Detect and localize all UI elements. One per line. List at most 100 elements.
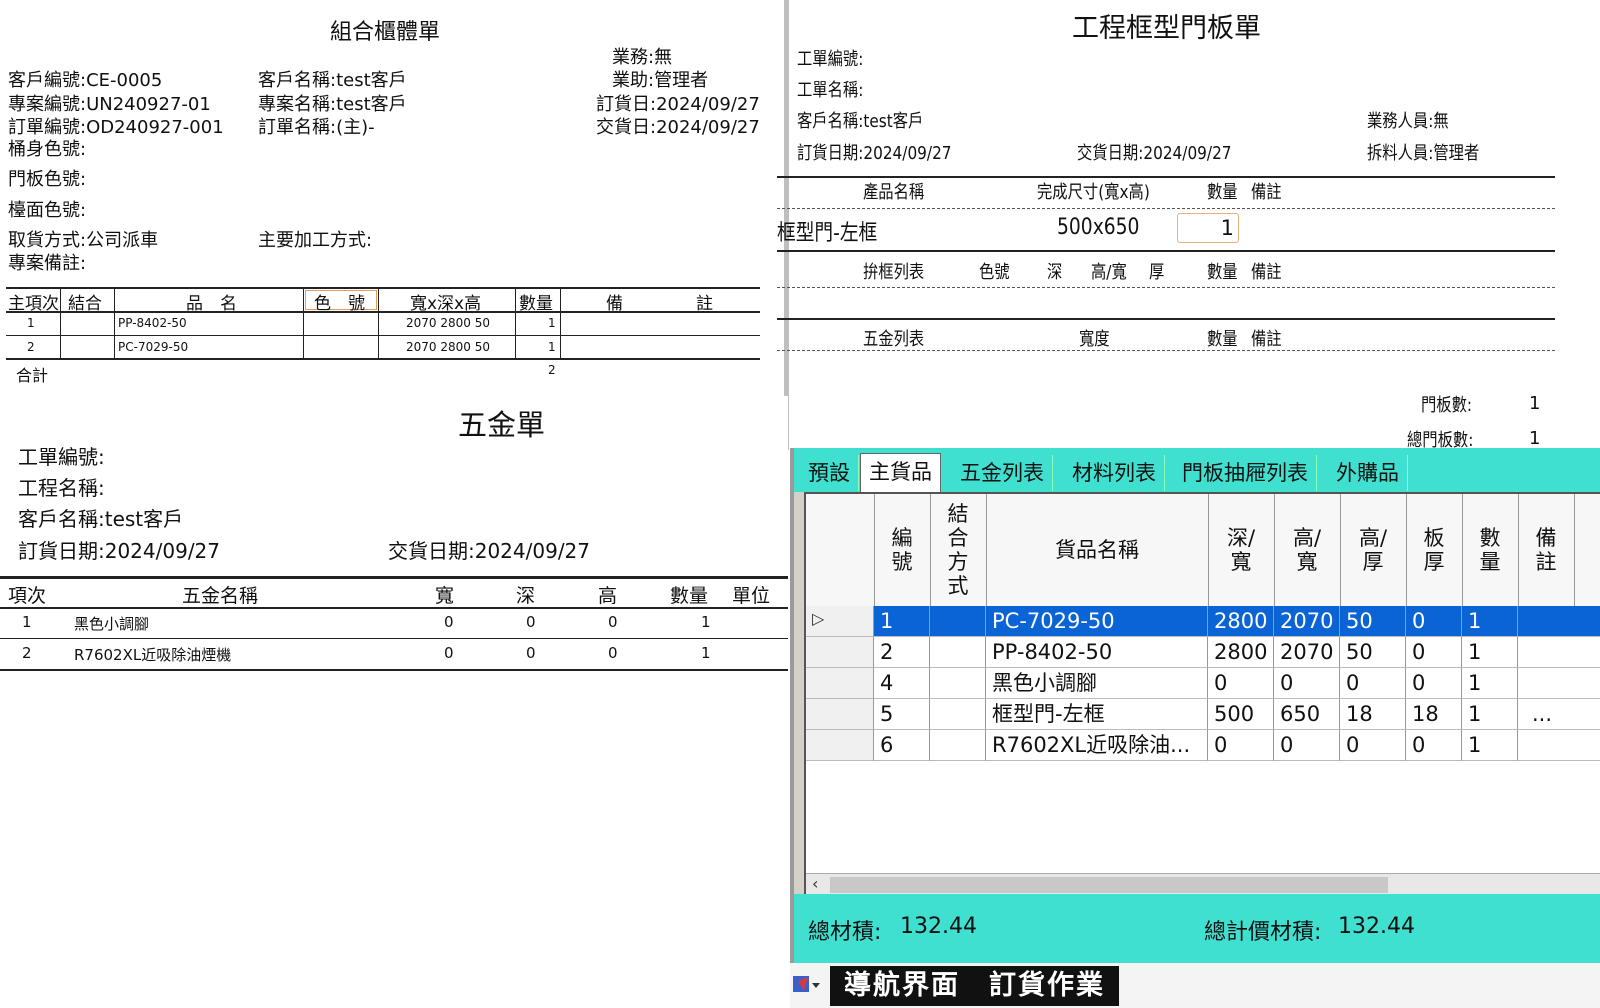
table-header-line bbox=[6, 311, 760, 313]
cell-board[interactable]: 0 bbox=[1406, 637, 1462, 668]
col-qty[interactable]: 數 量 bbox=[1462, 494, 1519, 606]
cabinet-customer-name: 客戶名稱:test客戶 bbox=[258, 70, 407, 91]
grid-row[interactable]: ▷ 1 PC-7029-50 2800 2070 50 0 1 bbox=[806, 606, 1600, 637]
frame-line bbox=[777, 250, 1555, 252]
row-qty: 1 bbox=[548, 340, 556, 354]
hw-hdr-no: 項次 bbox=[8, 585, 47, 607]
hw-row-d: 0 bbox=[526, 644, 536, 662]
cell-board[interactable]: 0 bbox=[1406, 730, 1462, 761]
cabinet-body-color: 桶身色號: bbox=[8, 139, 87, 160]
total-label: 合計 bbox=[16, 366, 49, 385]
cell-join[interactable] bbox=[930, 699, 986, 730]
cell-name[interactable]: 框型門-左框 bbox=[986, 699, 1208, 730]
cell-join[interactable] bbox=[930, 606, 986, 637]
col-divider bbox=[114, 287, 115, 359]
tab-default[interactable]: 預設 bbox=[800, 455, 859, 491]
cell-depth[interactable]: 0 bbox=[1208, 668, 1274, 699]
tab-hardware-list[interactable]: 五金列表 bbox=[952, 455, 1053, 491]
tab-material-list[interactable]: 材料列表 bbox=[1064, 455, 1165, 491]
cell-no[interactable]: 2 bbox=[874, 637, 930, 668]
cell-qty[interactable]: 1 bbox=[1462, 668, 1518, 699]
col-no[interactable]: 編 號 bbox=[874, 494, 931, 606]
cell-remark[interactable] bbox=[1518, 668, 1600, 699]
table-bottom-line bbox=[6, 358, 760, 360]
grid-corner bbox=[806, 494, 875, 606]
cell-depth[interactable]: 0 bbox=[1208, 730, 1274, 761]
cell-thick[interactable]: 18 bbox=[1340, 699, 1406, 730]
cell-no[interactable]: 5 bbox=[874, 699, 930, 730]
cell-name[interactable]: R7602XL近吸除油... bbox=[986, 730, 1208, 761]
cell-name[interactable]: PP-8402-50 bbox=[986, 637, 1208, 668]
cell-thick[interactable]: 0 bbox=[1340, 668, 1406, 699]
row-selector[interactable] bbox=[806, 668, 874, 699]
cell-no[interactable]: 6 bbox=[874, 730, 930, 761]
cell-remark[interactable]: ... bbox=[1518, 699, 1600, 730]
tab-main-goods[interactable]: 主貨品 bbox=[860, 453, 941, 494]
cell-board[interactable]: 0 bbox=[1406, 668, 1462, 699]
tab-outsourced[interactable]: 外購品 bbox=[1328, 455, 1408, 491]
cell-join[interactable] bbox=[930, 637, 986, 668]
taskbar-label[interactable]: 導航界面 訂貨作業 bbox=[830, 966, 1119, 1006]
col-board[interactable]: 板 厚 bbox=[1406, 494, 1463, 606]
cell-thick[interactable]: 50 bbox=[1340, 637, 1406, 668]
grid-row[interactable]: 5 框型門-左框 500 650 18 18 1 ... bbox=[806, 699, 1600, 730]
grid-row[interactable]: 2 PP-8402-50 2800 2070 50 0 1 bbox=[806, 637, 1600, 668]
cell-board[interactable]: 0 bbox=[1406, 606, 1462, 637]
frame-door-sheet: 工程框型門板單 工單編號: 工單名稱: 客戶名稱:test客戶 業務人員:無 訂… bbox=[777, 0, 1600, 451]
col-remark[interactable]: 備 註 bbox=[1518, 494, 1575, 606]
cell-remark[interactable] bbox=[1518, 606, 1600, 637]
cell-name[interactable]: 黑色小調腳 bbox=[986, 668, 1208, 699]
scroll-thumb[interactable] bbox=[830, 877, 1388, 893]
col-name[interactable]: 貨品名稱 bbox=[986, 494, 1209, 606]
scroll-left-icon[interactable]: ‹ bbox=[812, 874, 818, 893]
horizontal-scrollbar[interactable]: ‹ bbox=[806, 873, 1600, 896]
row-selector[interactable]: ▷ bbox=[806, 606, 874, 637]
row-no: 2 bbox=[27, 340, 35, 354]
hw-row-name: R7602XL近吸除油煙機 bbox=[74, 646, 232, 664]
cell-height[interactable]: 0 bbox=[1274, 730, 1340, 761]
col-height-w[interactable]: 高/ 寬 bbox=[1274, 494, 1341, 606]
cell-join[interactable] bbox=[930, 730, 986, 761]
goods-grid[interactable]: 編 號 結 合 方 式 貨品名稱 深/ 寬 高/ 寬 高/ 厚 板 厚 數 量 … bbox=[804, 492, 1600, 898]
cell-no[interactable]: 4 bbox=[874, 668, 930, 699]
frame-h3-b: 寬度 bbox=[1079, 329, 1110, 350]
cell-thick[interactable]: 0 bbox=[1340, 730, 1406, 761]
cell-no[interactable]: 1 bbox=[874, 606, 930, 637]
cell-height[interactable]: 2070 bbox=[1274, 606, 1340, 637]
grid-row[interactable]: 6 R7602XL近吸除油... 0 0 0 0 1 bbox=[806, 730, 1600, 761]
cell-height[interactable]: 2070 bbox=[1274, 637, 1340, 668]
tab-door-drawer-list[interactable]: 門板抽屜列表 bbox=[1174, 455, 1317, 491]
cell-depth[interactable]: 2800 bbox=[1208, 637, 1274, 668]
row-selector[interactable] bbox=[806, 699, 874, 730]
grid-row[interactable]: 4 黑色小調腳 0 0 0 0 1 bbox=[806, 668, 1600, 699]
app-icon[interactable] bbox=[790, 971, 824, 999]
col-depth[interactable]: 深/ 寬 bbox=[1208, 494, 1275, 606]
total-qty: 2 bbox=[548, 363, 556, 377]
cell-qty[interactable]: 1 bbox=[1462, 730, 1518, 761]
cell-name[interactable]: PC-7029-50 bbox=[986, 606, 1208, 637]
cell-remark[interactable] bbox=[1518, 637, 1600, 668]
row-selector[interactable] bbox=[806, 637, 874, 668]
cell-qty[interactable]: 1 bbox=[1462, 637, 1518, 668]
frame-work-no: 工單編號: bbox=[797, 49, 864, 70]
total-price-material-label: 總計價材積: bbox=[1204, 920, 1322, 945]
cell-height[interactable]: 0 bbox=[1274, 668, 1340, 699]
cell-depth[interactable]: 500 bbox=[1208, 699, 1274, 730]
cell-join[interactable] bbox=[930, 668, 986, 699]
frame-h2-g: 備註 bbox=[1251, 262, 1282, 283]
cell-qty[interactable]: 1 bbox=[1462, 699, 1518, 730]
cell-qty[interactable]: 1 bbox=[1462, 606, 1518, 637]
cell-height[interactable]: 650 bbox=[1274, 699, 1340, 730]
cell-thick[interactable]: 50 bbox=[1340, 606, 1406, 637]
col-join[interactable]: 結 合 方 式 bbox=[930, 494, 987, 606]
cell-board[interactable]: 18 bbox=[1406, 699, 1462, 730]
cell-depth[interactable]: 2800 bbox=[1208, 606, 1274, 637]
qty-field[interactable]: 1 bbox=[1177, 213, 1239, 243]
row-size: 2070 2800 50 bbox=[406, 316, 490, 330]
hw-row-qty: 1 bbox=[701, 613, 711, 631]
cell-remark[interactable] bbox=[1518, 730, 1600, 761]
row-selector[interactable] bbox=[806, 730, 874, 761]
col-height-t[interactable]: 高/ 厚 bbox=[1340, 494, 1407, 606]
cabinet-process: 主要加工方式: bbox=[258, 230, 373, 251]
cabinet-delivery-date: 交貨日:2024/09/27 bbox=[596, 117, 760, 138]
